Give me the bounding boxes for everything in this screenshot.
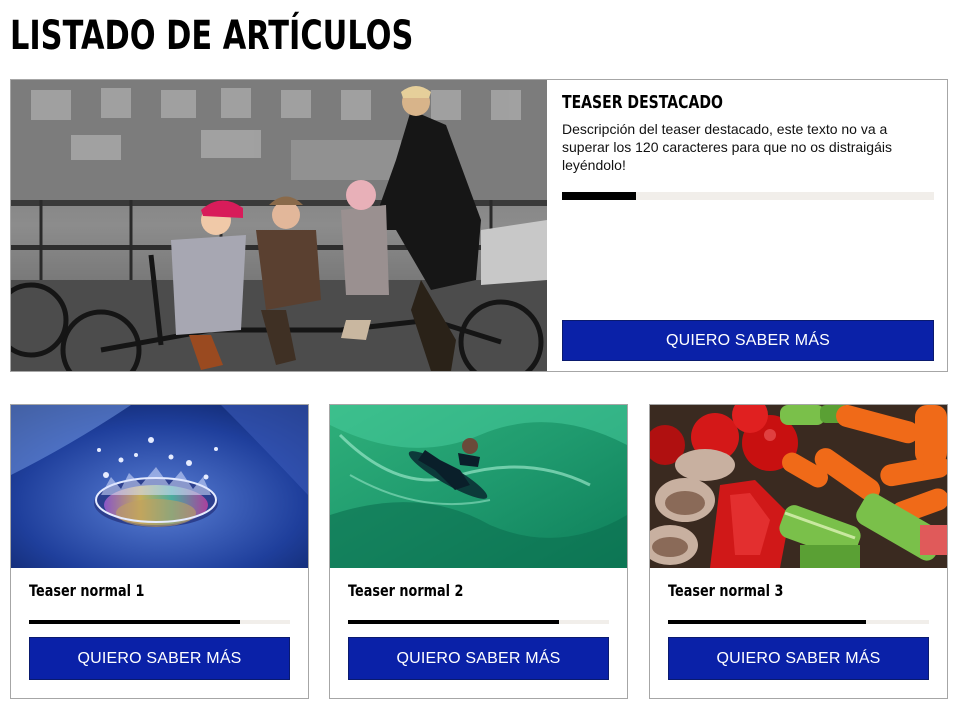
featured-cta-button[interactable]: QUIERO SABER MÁS	[562, 320, 934, 361]
featured-description: Descripción del teaser destacado, este t…	[562, 121, 892, 173]
featured-teaser: TEASER DESTACADO Descripción del teaser …	[10, 79, 948, 372]
featured-body: TEASER DESTACADO Descripción del teaser …	[562, 80, 934, 371]
teaser-card-2-title: Teaser normal 2	[348, 581, 464, 600]
teaser-card-1-title: Teaser normal 1	[29, 581, 145, 600]
teaser-card-1-progress-bar	[29, 620, 290, 624]
featured-image[interactable]	[11, 80, 547, 371]
featured-progress-fill	[562, 192, 637, 200]
teaser-card-1: Teaser normal 1 QUIERO SABER MÁS	[10, 404, 309, 699]
teaser-card-3-progress-fill	[668, 620, 867, 624]
page-title: LISTADO DE ARTÍCULOS	[10, 13, 414, 59]
teaser-card-1-cta-button[interactable]: QUIERO SABER MÁS	[29, 637, 290, 680]
teaser-card-3-image[interactable]	[650, 405, 947, 568]
teaser-card-1-image[interactable]	[11, 405, 308, 568]
teaser-card-2-cta-button[interactable]: QUIERO SABER MÁS	[348, 637, 609, 680]
teaser-card-2: Teaser normal 2 QUIERO SABER MÁS	[329, 404, 628, 699]
teaser-card-2-progress-fill	[348, 620, 560, 624]
teaser-card-1-progress-fill	[29, 620, 241, 624]
teaser-card-2-image[interactable]	[330, 405, 627, 568]
teaser-card-3: Teaser normal 3 QUIERO SABER MÁS	[649, 404, 948, 699]
teaser-card-3-title: Teaser normal 3	[668, 581, 784, 600]
teaser-card-3-progress-bar	[668, 620, 929, 624]
teaser-card-2-progress-bar	[348, 620, 609, 624]
teaser-card-3-cta-button[interactable]: QUIERO SABER MÁS	[668, 637, 929, 680]
featured-title: TEASER DESTACADO	[562, 92, 723, 113]
featured-progress-bar	[562, 192, 934, 200]
